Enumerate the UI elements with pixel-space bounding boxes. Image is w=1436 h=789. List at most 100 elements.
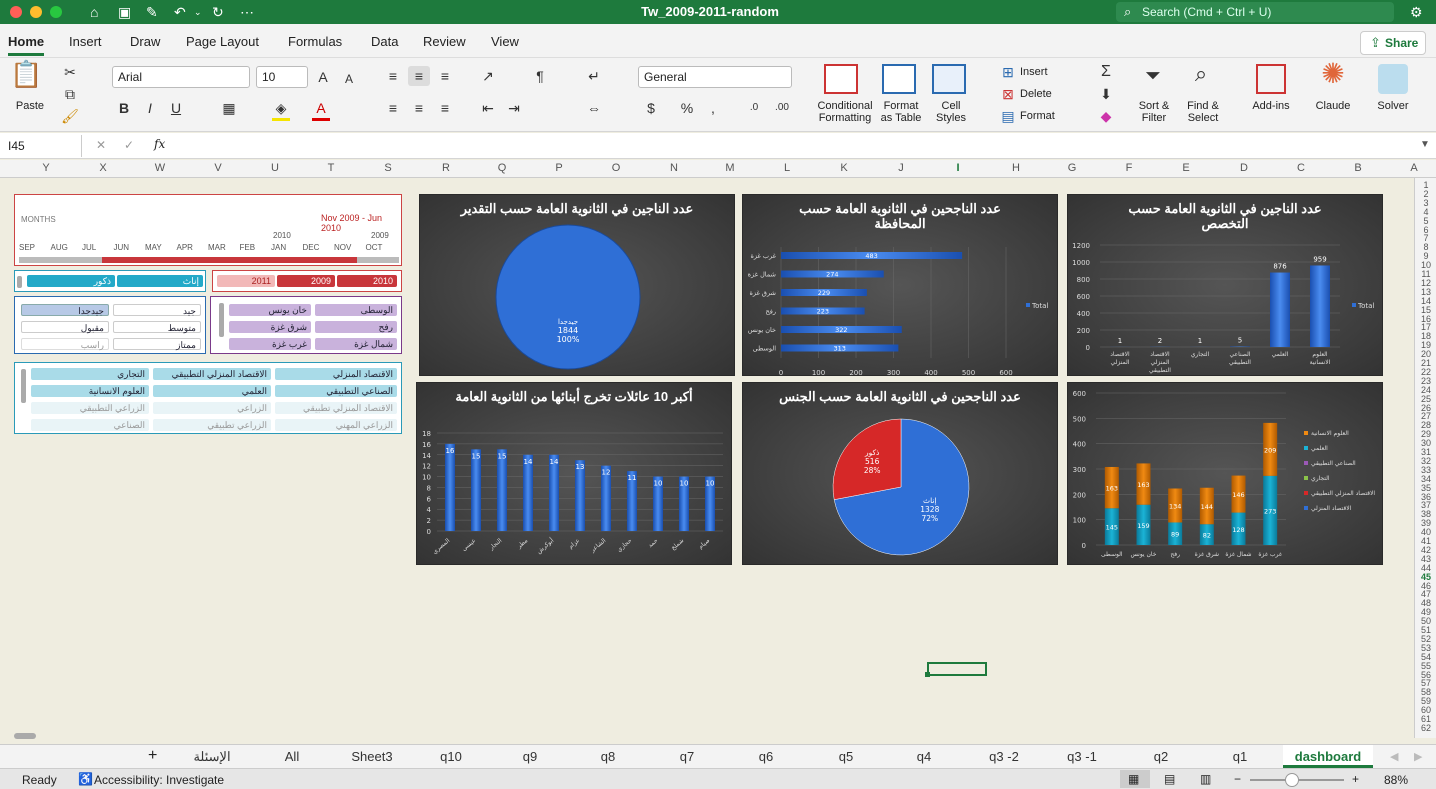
increase-indent-icon[interactable]: ⇥ <box>504 98 524 118</box>
insert-cells-label[interactable]: Insert <box>1020 66 1056 78</box>
confirm-icon[interactable]: ✓ <box>124 138 134 152</box>
sheet-tab[interactable]: Sheet3 <box>342 749 402 764</box>
borders-icon[interactable]: ▦ <box>220 98 238 118</box>
slicer-spec-industrial-applied[interactable]: الصناعي التطبيقي <box>275 385 397 397</box>
slicer-gov-wusta[interactable]: الوسطى <box>315 304 397 316</box>
column-header[interactable]: Q <box>492 162 512 174</box>
slicer-gender-male[interactable]: ذكور <box>27 275 115 287</box>
insert-cells-icon[interactable]: ⊞ <box>1000 62 1016 82</box>
tab-formulas[interactable]: Formulas <box>288 34 342 49</box>
timeline-month[interactable]: JUN <box>114 243 130 252</box>
format-as-table-label[interactable]: Format as Table <box>876 100 926 124</box>
column-header[interactable]: R <box>436 162 456 174</box>
sheet-tab[interactable]: q5 <box>821 749 871 764</box>
add-sheet-button[interactable]: + <box>148 747 157 765</box>
slicer-spec-agri-applied2[interactable]: الزراعي تطبيقي <box>153 419 271 431</box>
paste-label[interactable]: Paste <box>10 100 50 112</box>
solver-label[interactable]: Solver <box>1370 100 1416 112</box>
year-slicer[interactable]: 2011 2009 2010 <box>212 270 402 292</box>
chart-specialization[interactable]: عدد الناجين في الثانوية العامة حسب التخص… <box>1067 194 1383 376</box>
column-header[interactable]: N <box>664 162 684 174</box>
function-icon[interactable]: fx <box>154 137 165 151</box>
align-bottom-icon[interactable]: ≡ <box>436 66 454 86</box>
slicer-spec-agri-vocational[interactable]: الزراعي المهني <box>275 419 397 431</box>
sheet-tab[interactable]: q9 <box>505 749 555 764</box>
column-header[interactable]: W <box>150 162 170 174</box>
slicer-spec-humanities[interactable]: العلوم الانسانية <box>31 385 149 397</box>
sheet-tab[interactable]: q10 <box>426 749 476 764</box>
zoom-out-icon[interactable]: − <box>1234 772 1241 786</box>
comma-icon[interactable]: , <box>704 98 722 118</box>
column-header[interactable]: I <box>948 162 968 174</box>
column-header[interactable]: T <box>321 162 341 174</box>
sheet-tab[interactable]: الإسئلة <box>177 749 247 765</box>
slicer-scrollbar[interactable] <box>219 303 224 337</box>
horizontal-scrollbar[interactable] <box>14 733 36 739</box>
column-header[interactable]: M <box>720 162 740 174</box>
align-middle-icon[interactable]: ≡ <box>408 66 430 86</box>
minimize-window-button[interactable] <box>30 6 42 18</box>
cell-styles-label[interactable]: Cell Styles <box>928 100 974 124</box>
slicer-year-2010[interactable]: 2010 <box>337 275 397 287</box>
column-header[interactable]: D <box>1234 162 1254 174</box>
gender-slicer[interactable]: ذكور إناث <box>14 270 206 292</box>
slicer-grade-pass[interactable]: مقبول <box>21 321 109 333</box>
format-as-table-icon[interactable] <box>882 64 916 94</box>
format-cells-label[interactable]: Format <box>1020 110 1060 122</box>
tab-page-layout[interactable]: Page Layout <box>186 34 259 49</box>
timeline-month[interactable]: AUG <box>51 243 68 252</box>
slicer-spec-agri[interactable]: الزراعي <box>153 402 271 414</box>
column-header[interactable]: K <box>834 162 854 174</box>
specialization-slicer[interactable]: التجاري الاقتصاد المنزلي التطبيقي الاقتص… <box>14 362 402 434</box>
account-icon[interactable]: ⚙ <box>1410 3 1423 21</box>
sheet-tab[interactable]: q1 <box>1215 749 1265 764</box>
slicer-gender-female[interactable]: إناث <box>117 275 203 287</box>
sheet-tab[interactable]: dashboard <box>1283 745 1373 768</box>
zoom-level[interactable]: 88% <box>1384 773 1408 787</box>
delete-cells-label[interactable]: Delete <box>1020 88 1056 100</box>
chart-gender[interactable]: عدد الناجحين في الثانوية العامة حسب الجن… <box>742 382 1058 565</box>
tab-review[interactable]: Review <box>423 34 466 49</box>
autosum-icon[interactable]: Σ <box>1096 62 1116 82</box>
column-header[interactable]: H <box>1006 162 1026 174</box>
solver-icon[interactable] <box>1378 64 1408 94</box>
cell-styles-icon[interactable] <box>932 64 966 94</box>
timeline-month[interactable]: NOV <box>334 243 351 252</box>
paste-icon[interactable]: 📋 <box>10 61 42 98</box>
column-header[interactable]: A <box>1404 162 1424 174</box>
grade-slicer[interactable]: جيدجدا جيد مقبول متوسط راسب ممتاز <box>14 296 206 354</box>
sheet-tab[interactable]: q4 <box>899 749 949 764</box>
slicer-gov-rafah[interactable]: رفح <box>315 321 397 333</box>
chart-families[interactable]: أكبر 10 عائلات تخرج أبنائها من الثانوية … <box>416 382 732 565</box>
number-format-select[interactable]: General <box>638 66 792 88</box>
column-header[interactable]: Y <box>36 162 56 174</box>
align-center-icon[interactable]: ≡ <box>410 98 428 118</box>
cut-icon[interactable]: ✂ <box>60 62 80 82</box>
rtl-icon[interactable]: ¶ <box>530 66 550 86</box>
fill-color-icon[interactable]: ◈ <box>272 98 290 121</box>
column-header[interactable]: C <box>1291 162 1311 174</box>
merge-icon[interactable]: ⇔ <box>584 98 604 118</box>
selected-cell[interactable] <box>927 662 987 676</box>
column-header[interactable]: G <box>1062 162 1082 174</box>
edit-icon[interactable]: ✎ <box>146 3 158 21</box>
sheet-tab[interactable]: q6 <box>741 749 791 764</box>
sheet-tab[interactable]: q3 -2 <box>974 749 1034 764</box>
scroll-tabs-left-icon[interactable]: ◀ <box>1390 750 1398 763</box>
slicer-year-2009[interactable]: 2009 <box>277 275 335 287</box>
slicer-spec-science[interactable]: العلمي <box>153 385 271 397</box>
timeline-month[interactable]: OCT <box>366 243 383 252</box>
timeline-month[interactable]: JAN <box>271 243 286 252</box>
fill-icon[interactable]: ⬇ <box>1096 84 1116 104</box>
increase-decimal-icon[interactable]: .0 <box>744 98 764 118</box>
tab-data[interactable]: Data <box>371 34 398 49</box>
slicer-gov-northgaza[interactable]: شمال غزة <box>315 338 397 350</box>
chart-stacked[interactable]: 0 100 200 300 400 500 600 145 163 الوسطى 159 163 خان… <box>1067 382 1383 565</box>
column-header[interactable]: U <box>265 162 285 174</box>
scroll-tabs-right-icon[interactable]: ▶ <box>1414 750 1422 763</box>
column-header[interactable]: J <box>891 162 911 174</box>
tab-home[interactable]: Home <box>8 34 45 56</box>
sheet-tab[interactable]: q8 <box>583 749 633 764</box>
decrease-indent-icon[interactable]: ⇤ <box>478 98 498 118</box>
orientation-icon[interactable]: ↗ <box>478 66 498 86</box>
